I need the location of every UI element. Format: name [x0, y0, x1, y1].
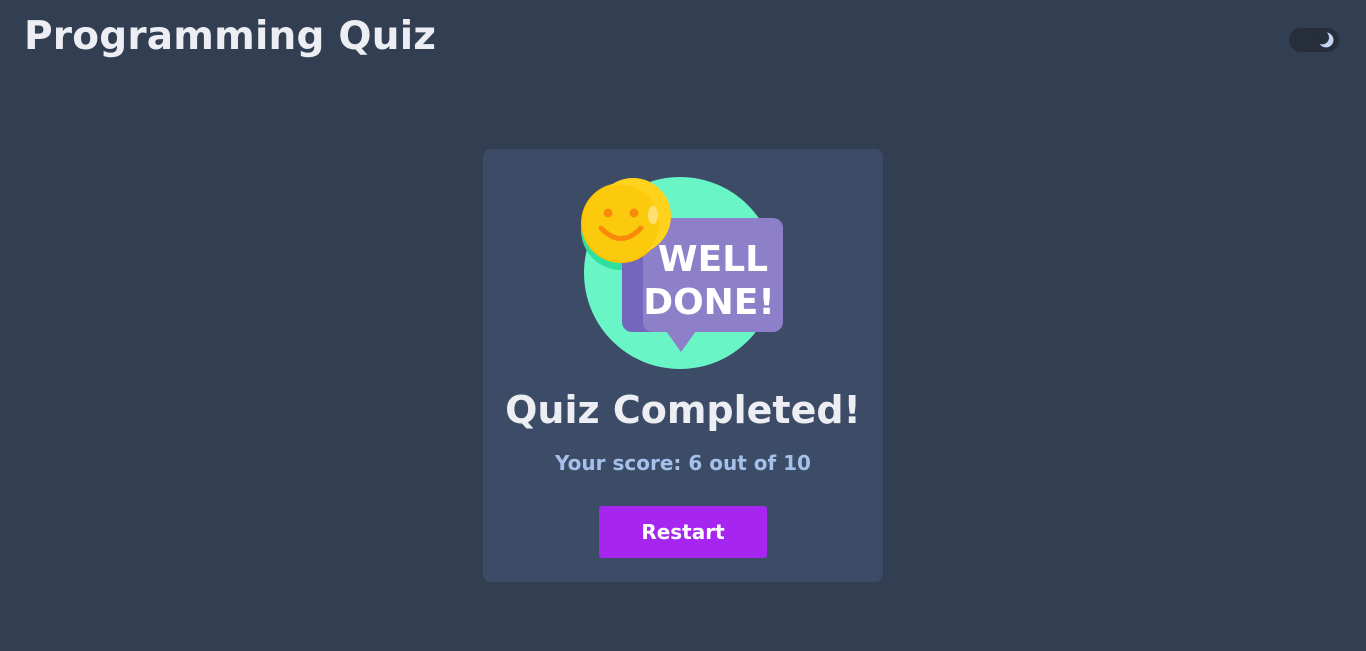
- badge-text-line1: WELL: [658, 239, 768, 280]
- well-done-illustration: WELL DONE!: [581, 177, 783, 369]
- page-title: Programming Quiz: [24, 14, 437, 59]
- result-card: WELL DONE! Quiz Completed! Your score: 6…: [483, 149, 883, 582]
- restart-button[interactable]: Restart: [599, 506, 767, 558]
- theme-toggle[interactable]: [1289, 28, 1339, 52]
- completion-title: Quiz Completed!: [505, 388, 861, 432]
- score-text: Your score: 6 out of 10: [555, 451, 811, 475]
- moon-icon: [1317, 31, 1335, 49]
- badge-text-line2: DONE!: [643, 282, 775, 323]
